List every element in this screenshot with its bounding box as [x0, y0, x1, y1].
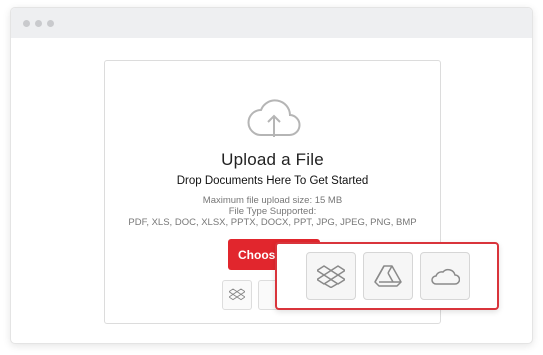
file-types-list: PDF, XLS, DOC, XLSX, PPTX, DOCX, PPT, JP… [128, 217, 417, 228]
dropbox-icon [317, 265, 345, 288]
onedrive-button[interactable] [420, 252, 470, 300]
window-minimize-dot[interactable] [35, 19, 42, 27]
file-types-label: File Type Supported: [228, 206, 317, 217]
dropbox-small-button[interactable] [222, 280, 252, 310]
window-close-dot[interactable] [23, 19, 30, 27]
browser-window: Upload a File Drop Documents Here To Get… [10, 7, 533, 344]
dropbox-button[interactable] [306, 252, 356, 300]
window-maximize-dot[interactable] [47, 19, 54, 27]
onedrive-icon [431, 268, 460, 285]
dropbox-icon [229, 288, 245, 301]
cloud-source-popup [275, 242, 499, 310]
max-size-note: Maximum file upload size: 15 MB [202, 195, 343, 206]
google-drive-button[interactable] [363, 252, 413, 300]
upload-title: Upload a File [221, 150, 324, 169]
cloud-upload-icon [247, 99, 301, 137]
google-drive-icon [374, 265, 402, 287]
window-titlebar [11, 8, 532, 38]
upload-subtitle: Drop Documents Here To Get Started [176, 175, 369, 187]
